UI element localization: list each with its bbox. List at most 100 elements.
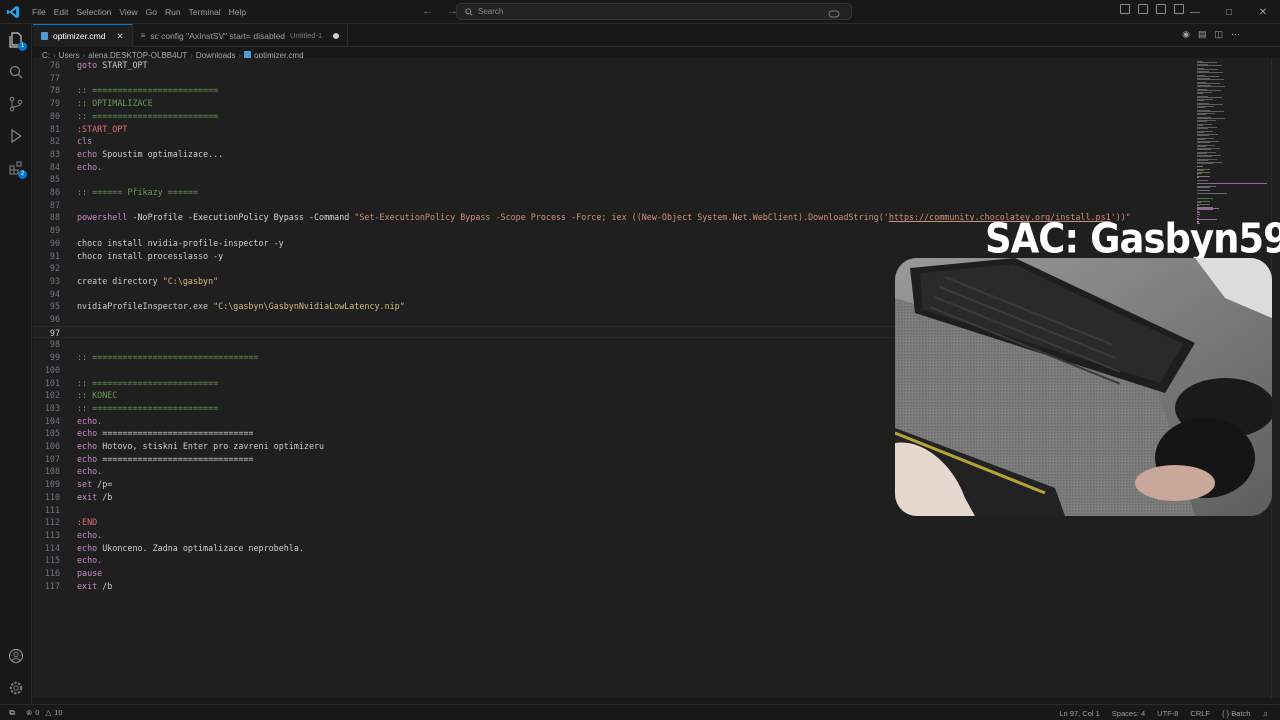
- problems-indicator[interactable]: ⊗ 0 △ 10: [26, 708, 63, 717]
- toggle-sidebar-icon[interactable]: [1138, 4, 1148, 14]
- line-number: 81: [49, 123, 60, 134]
- menu-help[interactable]: Help: [225, 0, 250, 24]
- menu-go[interactable]: Go: [142, 0, 161, 24]
- code-line[interactable]: 113 echo.: [33, 529, 1193, 542]
- tab-optimizer-cmd[interactable]: optimizer.cmd ✕: [33, 24, 133, 47]
- code-line[interactable]: 85: [33, 173, 1193, 186]
- line-number: 102: [44, 390, 60, 401]
- menu-terminal[interactable]: Terminal: [185, 0, 225, 24]
- code-token: :END: [77, 517, 98, 528]
- webcam-feed: [895, 258, 1272, 516]
- search-icon: [465, 7, 473, 16]
- language-label: Batch: [1231, 708, 1251, 718]
- copilot-icon[interactable]: [828, 6, 840, 24]
- tab-description: Untitled-1: [290, 31, 323, 40]
- toggle-panel-icon[interactable]: [1156, 4, 1166, 14]
- code-line[interactable]: 80:: =========================: [33, 110, 1193, 123]
- menu-view[interactable]: View: [115, 0, 141, 24]
- line-code: echo Hotovo, stiskni Enter pro zavreni o…: [77, 440, 324, 453]
- line-code: choco install nvidia-profile-inspector -…: [77, 237, 284, 250]
- code-line[interactable]: 87: [33, 199, 1193, 212]
- cursor-position[interactable]: Ln 97, Col 1: [1059, 709, 1099, 718]
- menu-edit[interactable]: Edit: [50, 0, 73, 24]
- back-arrow-icon[interactable]: ←: [422, 5, 433, 17]
- minimap-line: [1197, 72, 1223, 74]
- minimap-line: [1197, 121, 1207, 123]
- code-line[interactable]: 115 echo.: [33, 554, 1193, 567]
- code-line[interactable]: 78:: =========================: [33, 84, 1193, 97]
- search-icon[interactable]: [6, 62, 26, 82]
- code-line[interactable]: 81 :START_OPT: [33, 123, 1193, 136]
- extensions-icon[interactable]: 2: [6, 158, 27, 179]
- line-number: 112: [44, 517, 60, 528]
- code-token: echo: [77, 542, 98, 553]
- line-number: 80: [49, 110, 60, 121]
- close-window-icon[interactable]: ✕: [1246, 0, 1280, 24]
- command-center-search[interactable]: Search: [456, 3, 852, 20]
- line-code: :: KONEC: [77, 389, 117, 402]
- maximize-icon[interactable]: □: [1212, 0, 1246, 24]
- encoding[interactable]: UTF-8: [1157, 709, 1178, 718]
- line-code: :START_OPT: [77, 123, 127, 136]
- open-changes-icon[interactable]: ▤: [1198, 29, 1207, 40]
- text-file-icon: ≡: [140, 31, 146, 40]
- more-actions-icon[interactable]: ⋯: [1231, 29, 1240, 40]
- minimap-line: [1197, 135, 1209, 137]
- minimap-line: [1197, 114, 1206, 116]
- explorer-icon[interactable]: 1: [6, 30, 27, 51]
- line-code: :: ====== Příkazy ======: [77, 186, 198, 199]
- code-token: /p=: [92, 479, 113, 490]
- line-number: 82: [49, 136, 60, 147]
- line-number: 105: [44, 428, 60, 439]
- minimap-line: [1197, 182, 1267, 184]
- code-token: set: [77, 479, 93, 490]
- split-editor-icon[interactable]: ◫: [1214, 29, 1223, 40]
- tab-untitled-1[interactable]: ≡ sc config "AxInstSV" start= disabled U…: [133, 24, 349, 47]
- code-line[interactable]: 117 exit /b: [33, 580, 1193, 593]
- code-line[interactable]: 116 pause: [33, 567, 1193, 580]
- code-token: :START_OPT: [77, 123, 128, 134]
- account-icon[interactable]: [6, 646, 26, 666]
- indentation[interactable]: Spaces: 4: [1112, 709, 1145, 718]
- status-bar: ⧉ ⊗ 0 △ 10 Ln 97, Col 1 Spaces: 4 UTF-8 …: [0, 704, 1280, 720]
- settings-gear-icon[interactable]: [6, 678, 26, 698]
- source-control-icon[interactable]: [6, 94, 26, 114]
- unsaved-dot-icon[interactable]: [333, 32, 340, 39]
- line-code: exit /b: [77, 491, 112, 504]
- code-token: :: =========================: [77, 377, 219, 388]
- line-ending[interactable]: CRLF: [1190, 709, 1210, 718]
- menu-file[interactable]: File: [28, 0, 50, 24]
- line-number: 90: [49, 237, 60, 248]
- language-mode[interactable]: { } Batch: [1222, 709, 1250, 718]
- code-line[interactable]: 86:: ====== Příkazy ======: [33, 186, 1193, 199]
- code-line[interactable]: 84 echo.: [33, 161, 1193, 174]
- copilot-chat-icon[interactable]: ◉: [1182, 29, 1190, 40]
- minimize-icon[interactable]: —: [1178, 0, 1212, 24]
- code-line[interactable]: 79:: OPTIMALIZACE: [33, 97, 1193, 110]
- warning-count: 10: [54, 708, 63, 717]
- line-number: 96: [49, 314, 60, 324]
- code-line[interactable]: 82 cls: [33, 135, 1193, 148]
- code-token: :: ====== Příkazy ======: [77, 187, 199, 197]
- line-number: 99: [49, 352, 60, 363]
- code-line[interactable]: 112 :END: [33, 516, 1193, 529]
- customize-layout-icon[interactable]: [1120, 4, 1130, 14]
- notifications-bell-icon[interactable]: ♫: [1262, 709, 1268, 718]
- vertical-scrollbar[interactable]: [1271, 58, 1280, 698]
- code-line[interactable]: 76 goto START_OPT: [33, 59, 1193, 72]
- run-debug-icon[interactable]: [6, 126, 26, 146]
- line-number: 104: [44, 415, 60, 426]
- editor-actions: ◉ ▤ ◫ ⋯: [1182, 29, 1240, 40]
- line-code: echo.: [77, 529, 102, 542]
- remote-icon[interactable]: ⧉: [0, 705, 24, 720]
- menu-selection[interactable]: Selection: [72, 0, 115, 24]
- line-code: nvidiaProfileInspector.exe "C:\gasbyn\Ga…: [77, 300, 405, 313]
- close-tab-icon[interactable]: ✕: [116, 31, 123, 42]
- minimap-line: [1197, 187, 1211, 188]
- code-line[interactable]: 83 echo Spoustim optimalizace...: [33, 148, 1193, 161]
- menu-run[interactable]: Run: [161, 0, 185, 24]
- title-bar: File Edit Selection View Go Run Terminal…: [0, 0, 1280, 24]
- code-line[interactable]: 114 echo Ukonceno. Zadna optimalizace nep…: [33, 542, 1193, 555]
- code-line[interactable]: 77: [33, 72, 1193, 85]
- code-token: "Set-ExecutionPolicy Bypass -Scope Proce…: [354, 212, 889, 223]
